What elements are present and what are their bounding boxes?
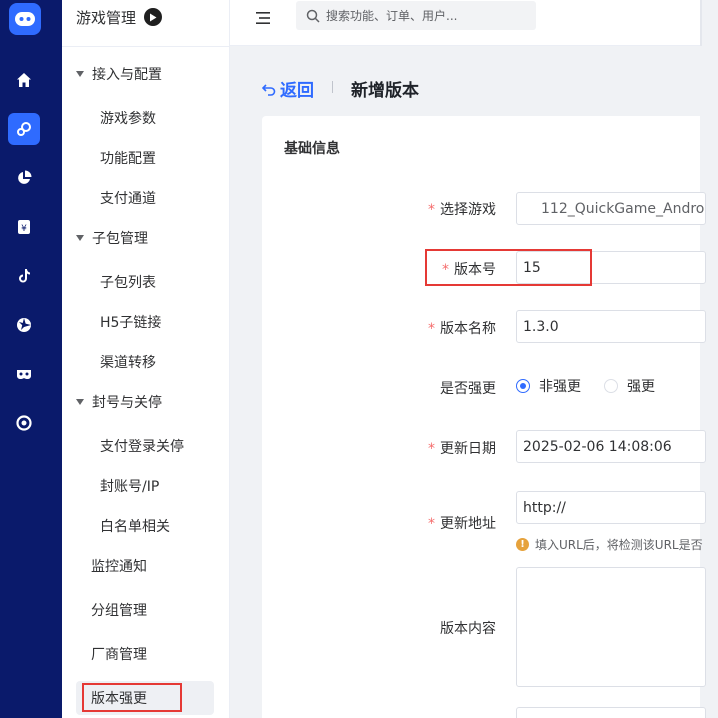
menu-toggle-icon[interactable] [256,9,270,28]
menu-item-game-params[interactable]: 游戏参数 [100,108,156,128]
caret-down-icon [76,235,84,241]
top-bar: 搜索功能、订单、用户... [230,0,700,46]
form-card: 基础信息 * 选择游戏 112_QuickGame_Android * 版本号 15… [262,116,706,718]
menu-group-subpackage[interactable]: 子包管理 [76,228,148,248]
section-title: 基础信息 [284,141,340,157]
mask-icon[interactable] [8,358,40,390]
app-logo-icon[interactable] [9,3,41,35]
caret-down-icon [76,71,84,77]
url-hint: ! 填入URL后，将检测该URL是否 [516,536,703,553]
version-name-input[interactable]: 1.3.0 [516,310,706,343]
search-placeholder: 搜索功能、订单、用户... [326,9,458,23]
menu-item-payment-channel[interactable]: 支付通道 [100,188,156,208]
back-button[interactable]: 返回 [262,76,314,101]
menu-item-subpackage-list[interactable]: 子包列表 [100,272,156,292]
menu-item-pay-login-shutdown[interactable]: 支付登录关停 [100,436,184,456]
menu-item-whitelist[interactable]: 白名单相关 [100,516,170,536]
menu-item-channel-transfer[interactable]: 渠道转移 [100,352,156,372]
sidebar-divider [62,46,230,47]
force-update-label: 是否强更 [440,381,496,397]
tiktok-icon[interactable] [8,260,40,292]
menu-item-vendor-manage[interactable]: 厂商管理 [91,644,147,664]
search-input[interactable]: 搜索功能、订单、用户... [296,1,536,30]
radio-not-force[interactable]: 非强更 [516,376,581,396]
menu-item-ban-account-ip[interactable]: 封账号/IP [100,476,159,496]
update-date-picker[interactable]: 2025-02-06 14:08:06 [516,430,706,463]
version-name-label: * 版本名称 [428,321,496,337]
sidebar-title-text: 游戏管理 [76,8,137,27]
radio-force[interactable]: 强更 [604,376,655,396]
game-settings-icon[interactable] [8,113,40,145]
svg-text:¥: ¥ [21,224,27,234]
home-icon[interactable] [8,64,40,96]
search-icon [306,9,320,23]
update-date-label: * 更新日期 [428,441,496,457]
play-icon[interactable] [144,8,163,26]
menu-item-group-manage[interactable]: 分组管理 [91,600,147,620]
radio-unchecked-icon [604,379,618,393]
app-rail: ¥ [0,0,62,718]
finance-icon[interactable]: ¥ [8,211,40,243]
target-icon[interactable] [8,407,40,439]
menu-group-ban-shutdown[interactable]: 封号与关停 [76,392,162,412]
version-content-label: 版本内容 [440,621,496,637]
menu-group-access-config[interactable]: 接入与配置 [76,64,162,84]
caret-down-icon [76,399,84,405]
radio-checked-icon [516,379,530,393]
update-url-input[interactable]: http:// [516,491,706,524]
menu-item-monitor-notify[interactable]: 监控通知 [91,556,147,576]
sidebar-menu: 游戏管理 接入与配置 游戏参数 功能配置 支付通道 子包管理 子包列表 H5子链… [62,0,230,718]
back-label: 返回 [280,81,314,101]
warning-icon: ! [516,538,529,551]
menu-item-h5-sublink[interactable]: H5子链接 [100,312,161,332]
back-arrow-icon [262,83,276,96]
game-select[interactable]: 112_QuickGame_Android [516,192,706,225]
pie-chart-icon[interactable] [8,162,40,194]
menu-item-feature-config[interactable]: 功能配置 [100,148,156,168]
update-url-label: * 更新地址 [428,516,496,532]
page-title: 新增版本 [351,81,419,101]
game-label: * 选择游戏 [428,202,496,218]
aperture-icon[interactable] [8,309,40,341]
version-content-textarea[interactable] [516,567,706,687]
header-separator [332,81,333,93]
next-field-input[interactable] [516,707,706,718]
sidebar-header[interactable]: 游戏管理 [76,6,163,28]
highlight-box [425,249,592,286]
highlight-box [82,683,182,712]
